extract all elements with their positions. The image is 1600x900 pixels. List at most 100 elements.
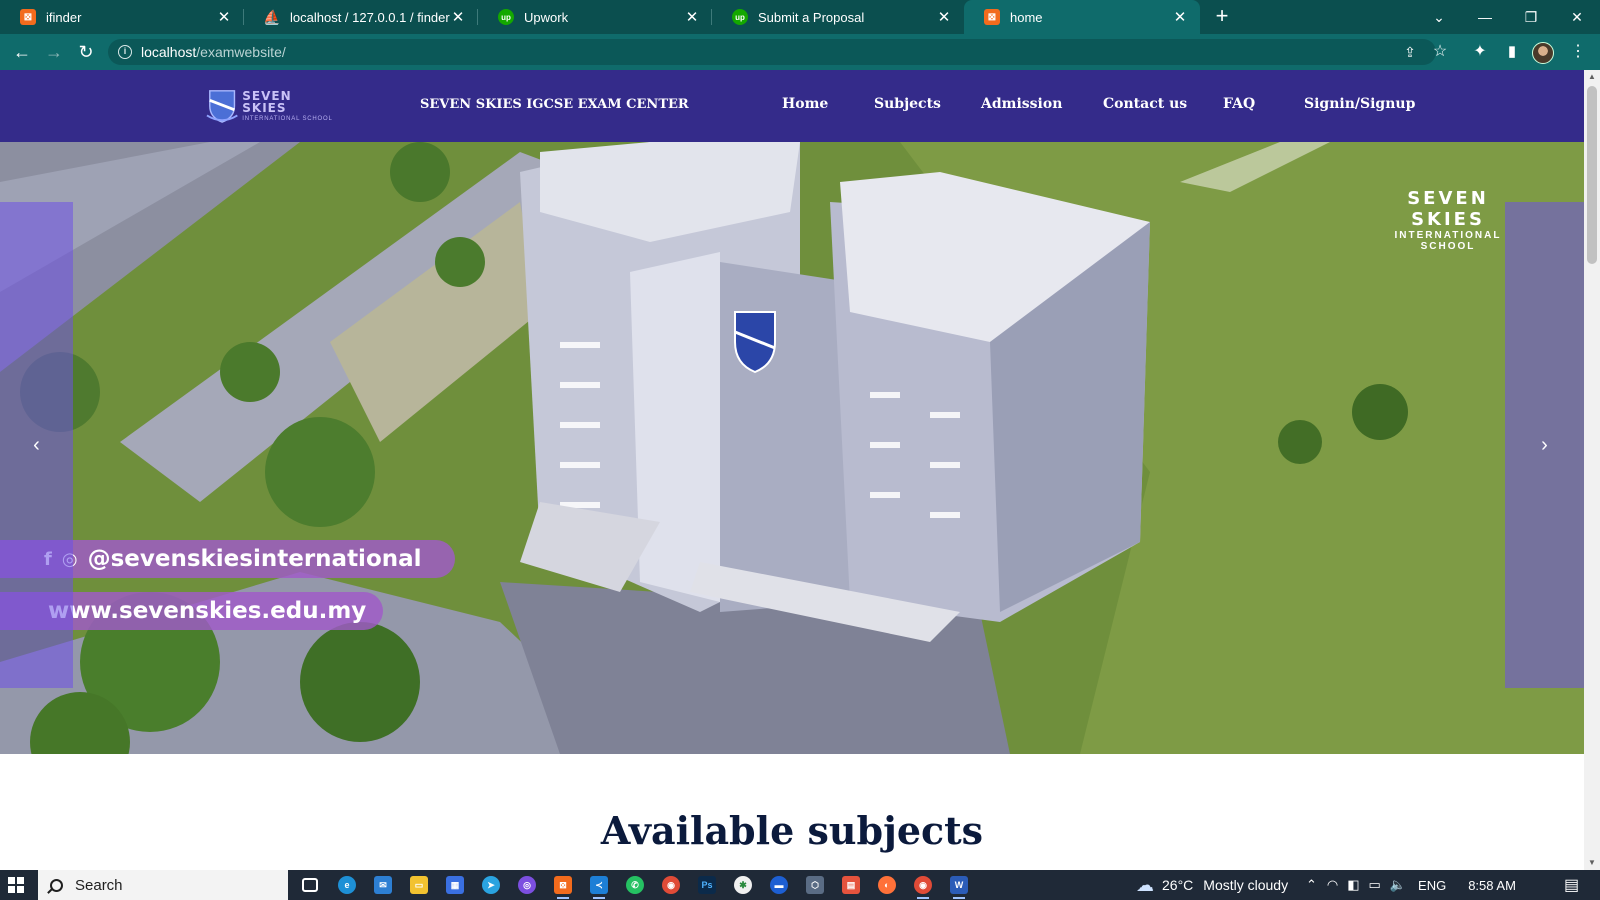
page-viewport: SEVEN SKIES INTERNATIONAL SCHOOL SEVEN S… <box>0 70 1584 870</box>
cloud-weather-icon: ☁ <box>1136 874 1154 895</box>
firefox-icon[interactable]: ◐ <box>878 876 896 894</box>
address-bar[interactable]: i localhost/examwebsite/ <box>108 39 1436 65</box>
nav-faq[interactable]: FAQ <box>1223 96 1255 112</box>
carousel-next-button[interactable]: › <box>1505 202 1584 688</box>
telegram-icon[interactable]: ➤ <box>482 876 500 894</box>
close-window-icon[interactable]: ✕ <box>1554 0 1600 34</box>
whatsapp-icon[interactable]: ✆ <box>626 876 644 894</box>
section-title: Available subjects <box>600 808 984 853</box>
file-explorer-icon[interactable]: ▭ <box>410 876 428 894</box>
logo-line2: INTERNATIONAL SCHOOL <box>242 116 333 122</box>
upwork-icon: up <box>498 9 514 25</box>
page-scrollbar[interactable]: ▲ ▼ <box>1584 70 1600 870</box>
tab-title: Upwork <box>524 9 569 25</box>
store-icon[interactable]: ▦ <box>446 876 464 894</box>
nav-links: Home Subjects Admission Contact us FAQ S… <box>0 96 1584 116</box>
tab-title: ifinder <box>46 9 82 25</box>
adobe-acrobat-icon[interactable]: ▤ <box>842 876 860 894</box>
website-url: www.sevenskies.edu.my <box>48 598 367 624</box>
site-info-icon[interactable]: i <box>118 45 132 59</box>
extensions-icon[interactable]: ✦ <box>1468 40 1492 64</box>
app-cube-icon[interactable]: ⬡ <box>806 876 824 894</box>
scrollbar-thumb[interactable] <box>1587 86 1597 264</box>
close-icon[interactable]: ✕ <box>450 8 466 26</box>
weather-condition: Mostly cloudy <box>1203 877 1289 893</box>
notifications-icon[interactable]: ▤ <box>1564 870 1579 900</box>
upwork-icon: up <box>732 9 748 25</box>
chrome-active-icon[interactable]: ◉ <box>914 876 932 899</box>
taskbar-search[interactable]: Search <box>38 870 288 900</box>
search-placeholder: Search <box>75 876 123 894</box>
carousel-prev-button[interactable]: ‹ <box>0 202 73 688</box>
tab-ifinder[interactable]: ⊠ ifinder ✕ <box>0 0 244 34</box>
share-icon[interactable]: ⇪ <box>1398 40 1422 64</box>
network-icon[interactable]: ◠ <box>1327 877 1338 893</box>
chevron-right-icon: › <box>1541 433 1548 456</box>
campus-aerial-photo <box>0 142 1584 754</box>
task-view-icon[interactable] <box>302 878 318 892</box>
word-icon[interactable]: W <box>950 876 968 899</box>
side-panel-icon[interactable]: ▮ <box>1500 40 1524 64</box>
browser-toolbar: ← → ↻ i localhost/examwebsite/ ⇪ ☆ ✦ ▮ ⋮ <box>0 34 1600 70</box>
nav-subjects[interactable]: Subjects <box>874 96 941 112</box>
tab-title: home <box>1010 9 1043 25</box>
tab-home[interactable]: ⊠ home ✕ <box>964 0 1200 34</box>
menu-kebab-icon[interactable]: ⋮ <box>1568 40 1588 64</box>
profile-avatar[interactable] <box>1532 42 1554 64</box>
weather-temp: 26°C <box>1162 877 1194 893</box>
slack-icon[interactable]: ✱ <box>734 876 752 894</box>
nav-signin-signup[interactable]: Signin/Signup <box>1304 96 1415 112</box>
scroll-down-icon[interactable]: ▼ <box>1584 856 1600 870</box>
forward-icon[interactable]: → <box>42 40 66 64</box>
watermark-line2: INTERNATIONAL SCHOOL <box>1394 230 1502 252</box>
windows-taskbar: Search e ✉ ▭ ▦ ➤ ◎ ⊠ ≺ ✆ ◉ Ps ✱ ▬ ⬡ ▤ ◐ … <box>0 870 1600 900</box>
vscode-icon[interactable]: ≺ <box>590 876 608 899</box>
bookmark-star-icon[interactable]: ☆ <box>1428 40 1452 64</box>
tab-search-icon[interactable]: ⌄ <box>1416 0 1462 34</box>
school-watermark: SEVEN SKIES INTERNATIONAL SCHOOL <box>1368 188 1528 252</box>
xampp-icon: ⊠ <box>20 9 36 25</box>
tab-upwork[interactable]: up Upwork ✕ <box>478 0 712 34</box>
tab-submit-proposal[interactable]: up Submit a Proposal ✕ <box>712 0 964 34</box>
close-icon[interactable]: ✕ <box>684 8 700 26</box>
edge-icon[interactable]: e <box>338 876 356 894</box>
minimize-icon[interactable]: — <box>1462 0 1508 34</box>
nav-contact[interactable]: Contact us <box>1103 96 1187 112</box>
language-indicator[interactable]: ENG <box>1418 878 1446 893</box>
watermark-line1: SEVEN SKIES <box>1407 188 1489 230</box>
new-tab-button[interactable]: + <box>1210 5 1234 29</box>
zoom-icon[interactable]: ▬ <box>770 876 788 894</box>
tab-title: Submit a Proposal <box>758 9 865 25</box>
tab-title: localhost / 127.0.0.1 / finder / users <box>290 9 450 25</box>
xampp-icon: ⊠ <box>984 9 1000 25</box>
webcam-icon[interactable]: ◧ <box>1347 877 1359 893</box>
browser-tabstrip: ⊠ ifinder ✕ ⛵ localhost / 127.0.0.1 / fi… <box>0 0 1600 34</box>
social-handle: @sevenskiesinternational <box>87 546 422 572</box>
clock-time[interactable]: 8:58 AM <box>1468 878 1516 893</box>
chevron-up-icon[interactable]: ⌃ <box>1306 877 1317 893</box>
weather-widget[interactable]: ☁ 26°C Mostly cloudy <box>1136 870 1288 900</box>
system-tray: ⌃ ◠ ◧ ▭ 🔈 ENG 8:58 AM <box>1306 870 1516 900</box>
windows-start-icon[interactable] <box>8 877 24 893</box>
chrome-icon[interactable]: ◉ <box>662 876 680 894</box>
mail-icon[interactable]: ✉ <box>374 876 392 894</box>
scroll-up-icon[interactable]: ▲ <box>1584 70 1600 84</box>
battery-icon[interactable]: ▭ <box>1369 877 1381 893</box>
close-icon[interactable]: ✕ <box>216 8 232 26</box>
phpmyadmin-icon: ⛵ <box>263 8 281 25</box>
chevron-left-icon: ‹ <box>33 433 40 456</box>
restore-icon[interactable]: ❐ <box>1508 0 1554 34</box>
photoshop-icon[interactable]: Ps <box>698 876 716 894</box>
xampp-icon[interactable]: ⊠ <box>554 876 572 899</box>
volume-icon[interactable]: 🔈 <box>1390 877 1406 893</box>
nav-admission[interactable]: Admission <box>981 96 1062 112</box>
nav-home[interactable]: Home <box>782 96 828 112</box>
site-navbar: SEVEN SKIES INTERNATIONAL SCHOOL SEVEN S… <box>0 70 1584 142</box>
close-icon[interactable]: ✕ <box>936 8 952 26</box>
github-desktop-icon[interactable]: ◎ <box>518 876 536 894</box>
tab-phpmyadmin[interactable]: ⛵ localhost / 127.0.0.1 / finder / users… <box>244 0 478 34</box>
reload-icon[interactable]: ↻ <box>74 40 98 64</box>
hero-carousel: SEVEN SKIES INTERNATIONAL SCHOOL f ◎ @se… <box>0 142 1584 754</box>
close-icon[interactable]: ✕ <box>1172 8 1188 26</box>
back-icon[interactable]: ← <box>10 40 34 64</box>
